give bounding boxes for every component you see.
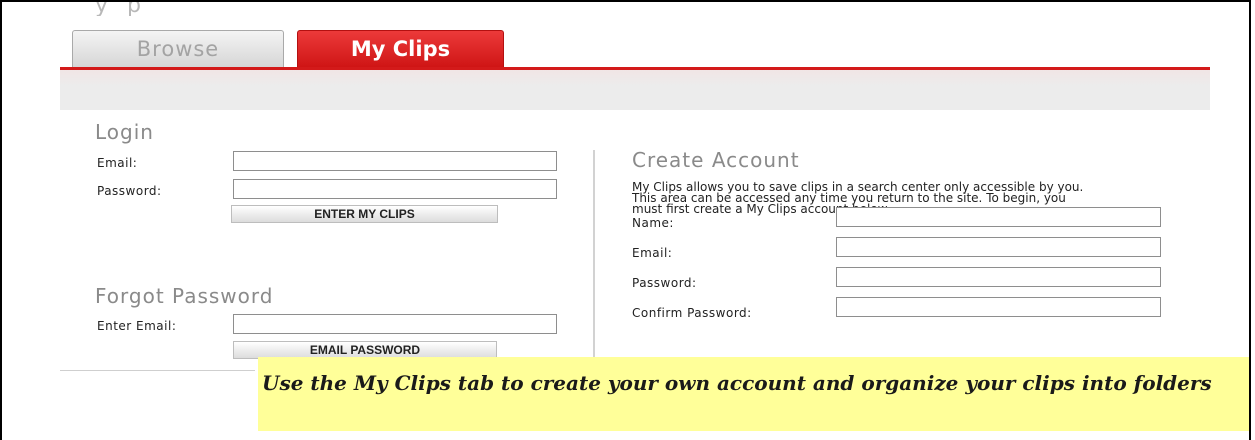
tab-my-clips[interactable]: My Clips <box>297 30 504 67</box>
create-email-label: Email: <box>632 246 673 260</box>
create-password-label: Password: <box>632 276 697 290</box>
login-password-label: Password: <box>97 184 162 198</box>
tab-browse[interactable]: Browse <box>72 30 284 67</box>
column-divider <box>593 150 595 365</box>
tab-bar: Browse My Clips <box>72 30 1212 67</box>
create-name-input[interactable] <box>836 207 1161 227</box>
callout-note: Use the My Clips tab to create your own … <box>258 357 1249 431</box>
forgot-password-title: Forgot Password <box>95 284 274 308</box>
enter-my-clips-button[interactable]: ENTER MY CLIPS <box>231 205 498 223</box>
login-title: Login <box>95 120 154 144</box>
forgot-email-label: Enter Email: <box>97 319 177 333</box>
create-account-title: Create Account <box>632 148 800 172</box>
login-password-input[interactable] <box>233 179 557 199</box>
create-email-input[interactable] <box>836 237 1161 257</box>
login-email-label: Email: <box>97 156 138 170</box>
create-password-input[interactable] <box>836 267 1161 287</box>
create-name-label: Name: <box>632 216 674 230</box>
login-email-input[interactable] <box>233 151 557 171</box>
create-confirm-label: Confirm Password: <box>632 306 752 320</box>
section-divider-line <box>60 370 255 371</box>
forgot-email-input[interactable] <box>233 314 557 334</box>
subheader-band <box>60 70 1210 110</box>
create-confirm-input[interactable] <box>836 297 1161 317</box>
